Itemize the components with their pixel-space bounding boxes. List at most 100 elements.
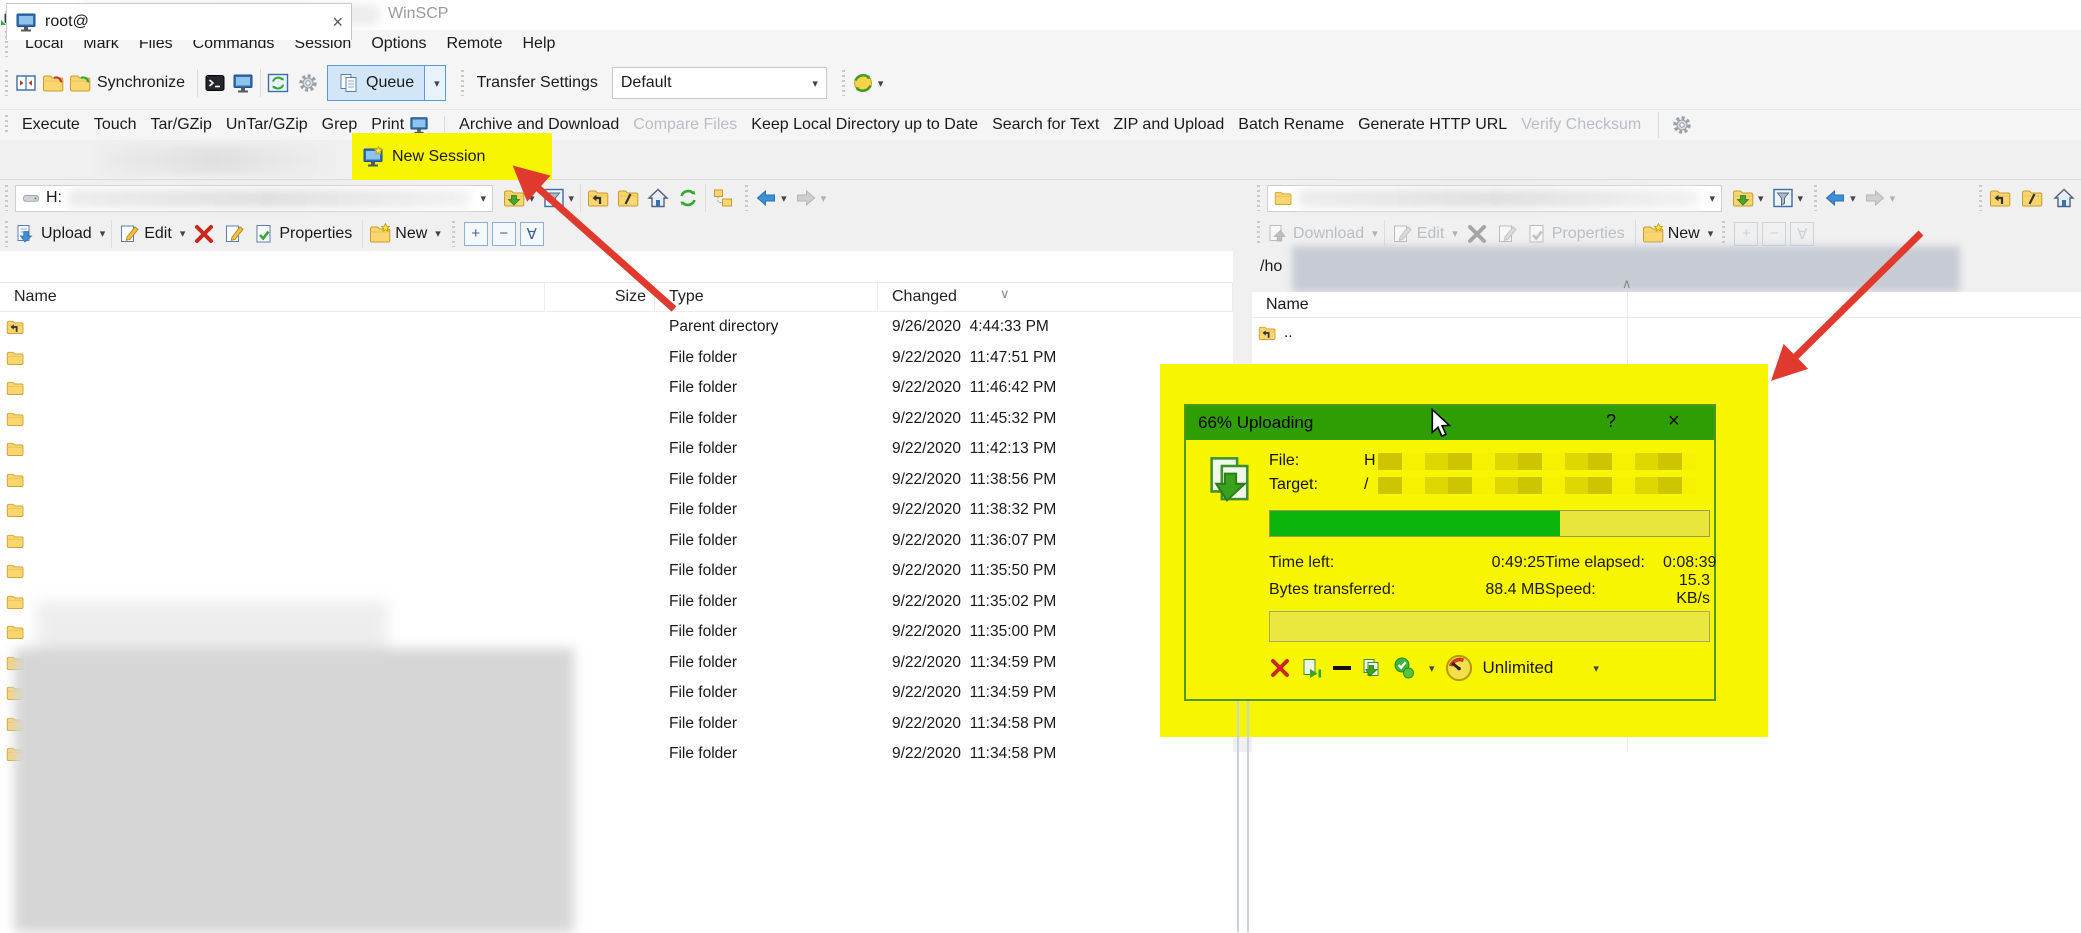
home-directory-icon[interactable] — [2053, 187, 2075, 209]
preferences-gear-icon[interactable] — [297, 72, 319, 94]
home-directory-icon[interactable] — [647, 187, 669, 209]
back-icon[interactable] — [755, 187, 777, 209]
table-row[interactable]: File folder9/22/2020 11:42:13 PM — [0, 434, 1233, 465]
chevron-down-icon[interactable]: ▾ — [1850, 192, 1856, 205]
new-button[interactable]: New — [1668, 225, 1700, 243]
menu-item[interactable]: Help — [513, 32, 566, 56]
console-icon[interactable] — [204, 72, 226, 94]
command-item[interactable]: UnTar/GZip — [226, 116, 308, 134]
new-icon[interactable] — [369, 223, 391, 245]
close-icon[interactable]: × — [1668, 410, 1680, 433]
filter-icon[interactable] — [543, 187, 565, 209]
invert-selection-button[interactable]: ∀ — [520, 222, 544, 246]
chevron-down-icon[interactable]: ▾ — [529, 192, 535, 205]
directory-tree-icon[interactable] — [712, 187, 734, 209]
cancel-transfer-icon[interactable] — [1269, 657, 1291, 679]
rename-icon[interactable] — [223, 223, 245, 245]
chevron-down-icon[interactable]: ▾ — [781, 192, 787, 205]
chevron-down-icon[interactable]: ▾ — [569, 192, 575, 205]
command-item[interactable]: Print — [371, 115, 429, 135]
session-globe-icon[interactable] — [852, 72, 874, 94]
chevron-down-icon[interactable]: ▾ — [878, 77, 884, 90]
select-minus-button[interactable]: − — [492, 222, 516, 246]
remote-list-header[interactable]: Name — [1252, 292, 2081, 318]
column-header-size[interactable]: Size — [545, 283, 655, 311]
new-button[interactable]: New — [395, 225, 427, 243]
queue-dropdown[interactable]: ▾ — [425, 65, 446, 101]
edit-button[interactable]: Edit — [144, 225, 172, 243]
parent-directory-icon[interactable] — [1989, 187, 2011, 209]
command-item[interactable]: Archive and Download — [444, 116, 619, 134]
table-row[interactable]: File folder9/22/2020 11:46:42 PM — [0, 373, 1233, 404]
forward-icon[interactable] — [1864, 187, 1886, 209]
forward-icon[interactable] — [795, 187, 817, 209]
command-item[interactable]: Touch — [94, 116, 137, 134]
new-session-tab[interactable]: New Session — [362, 146, 485, 168]
sort-indicator-icon[interactable]: ∨ — [1000, 286, 1010, 302]
refresh-icon[interactable] — [677, 187, 699, 209]
properties-icon[interactable] — [253, 223, 275, 245]
back-icon[interactable] — [1824, 187, 1846, 209]
column-header-changed[interactable]: Changed — [878, 283, 1233, 311]
command-item[interactable]: Execute — [22, 116, 80, 134]
speed-limit-value[interactable]: Unlimited — [1483, 658, 1554, 678]
sort-indicator-icon[interactable]: ∧ — [1622, 276, 1632, 292]
upload-button[interactable]: Upload — [41, 225, 92, 243]
command-item[interactable]: ZIP and Upload — [1113, 116, 1224, 134]
open-directory-icon[interactable] — [1732, 187, 1754, 209]
select-plus-button[interactable]: + — [464, 222, 488, 246]
session-tab-active[interactable]: root@ × — [6, 3, 352, 40]
move-to-background-icon[interactable] — [1361, 657, 1383, 679]
skip-file-icon[interactable] — [1301, 657, 1323, 679]
table-row[interactable]: File folder9/22/2020 11:38:56 PM — [0, 465, 1233, 496]
column-header-name[interactable]: Name — [0, 283, 545, 311]
root-directory-icon[interactable] — [2021, 187, 2043, 209]
queue-button[interactable]: Queue — [327, 65, 425, 101]
command-item[interactable]: Grep — [322, 116, 358, 134]
command-item[interactable]: Verify Checksum — [1521, 116, 1641, 134]
synchronize-browsing-icon[interactable] — [69, 72, 91, 94]
chevron-down-icon[interactable]: ▾ — [100, 227, 106, 240]
command-item[interactable]: Batch Rename — [1238, 116, 1344, 134]
commander-layout-icon[interactable] — [15, 72, 37, 94]
chevron-down-icon[interactable]: ▾ — [1758, 192, 1764, 205]
table-row[interactable]: File folder9/22/2020 11:35:50 PM — [0, 556, 1233, 587]
upload-icon[interactable] — [15, 223, 37, 245]
refresh-panels-icon[interactable] — [267, 72, 289, 94]
chevron-down-icon[interactable]: ▾ — [1798, 192, 1804, 205]
table-row[interactable]: File folder9/22/2020 11:36:07 PM — [0, 526, 1233, 557]
edit-icon[interactable] — [118, 223, 140, 245]
speed-limit-icon[interactable] — [1445, 654, 1473, 682]
column-header-type[interactable]: Type — [655, 283, 878, 311]
chevron-down-icon[interactable]: ▾ — [1429, 662, 1435, 675]
properties-button[interactable]: Properties — [279, 225, 352, 243]
table-row[interactable]: File folder9/22/2020 11:38:32 PM — [0, 495, 1233, 526]
command-item[interactable]: Search for Text — [992, 116, 1099, 134]
chevron-down-icon[interactable]: ▾ — [180, 227, 186, 240]
help-icon[interactable]: ? — [1606, 411, 1616, 432]
parent-directory-icon[interactable] — [587, 187, 609, 209]
column-header-name[interactable]: Name — [1266, 296, 1309, 314]
local-path-combo[interactable]: H: ▾ — [15, 185, 493, 212]
table-row[interactable]: File folder9/22/2020 11:45:32 PM — [0, 404, 1233, 435]
menu-item[interactable]: Remote — [436, 32, 512, 56]
delete-icon[interactable] — [193, 223, 215, 245]
swap-panels-icon[interactable] — [42, 72, 64, 94]
chevron-down-icon[interactable]: ▾ — [1593, 662, 1599, 675]
transfer-options-icon[interactable] — [1393, 657, 1415, 679]
table-row[interactable]: File folder9/22/2020 11:47:51 PM — [0, 343, 1233, 374]
customize-commands-button[interactable] — [1658, 112, 1693, 138]
command-item[interactable]: Keep Local Directory up to Date — [751, 116, 978, 134]
close-tab-icon[interactable]: × — [332, 12, 343, 33]
filter-icon[interactable] — [1772, 187, 1794, 209]
run-command-icon[interactable] — [232, 72, 254, 94]
command-item[interactable]: Tar/GZip — [151, 116, 212, 134]
chevron-down-icon[interactable]: ▾ — [1708, 227, 1714, 240]
transfer-settings-combo[interactable]: Default ▾ — [612, 67, 827, 99]
root-directory-icon[interactable] — [617, 187, 639, 209]
table-row[interactable]: Parent directory9/26/2020 4:44:33 PM — [0, 312, 1233, 343]
chevron-down-icon[interactable]: ▾ — [435, 227, 441, 240]
new-icon[interactable] — [1642, 223, 1664, 245]
minimize-dialog-icon[interactable] — [1333, 666, 1351, 670]
remote-path-bar[interactable]: /ho — [1252, 246, 2081, 292]
